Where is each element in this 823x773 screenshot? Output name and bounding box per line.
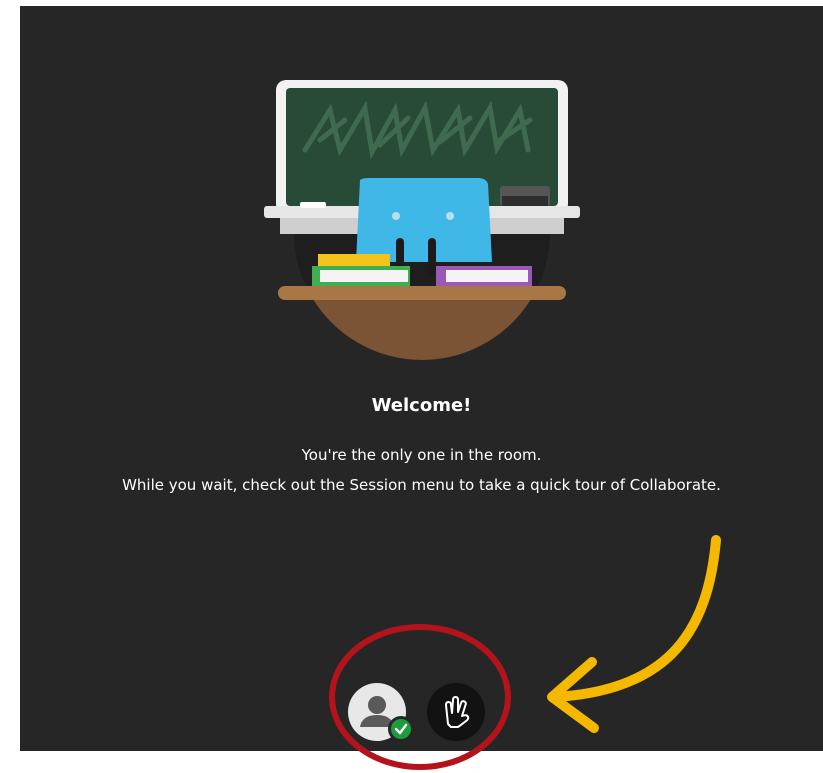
raise-hand-button[interactable] (427, 683, 485, 741)
welcome-title: Welcome! (371, 395, 472, 416)
check-icon (394, 723, 408, 735)
book-yellow (318, 254, 390, 268)
binder-pages (446, 270, 528, 282)
eraser-felt (502, 196, 548, 206)
chair-bolt-right (446, 212, 454, 220)
desk-bowl (294, 296, 550, 360)
raise-hand-icon (445, 696, 470, 728)
welcome-illustration (264, 80, 580, 360)
status-badge (388, 716, 414, 742)
chair-slot-right (428, 238, 436, 278)
chalk-piece (300, 202, 326, 208)
book-green-pages (320, 270, 408, 282)
welcome-message-line-2: While you wait, check out the Session me… (122, 476, 721, 494)
desk-surface (278, 286, 566, 300)
welcome-message-line-1: You're the only one in the room. (301, 446, 542, 464)
chair-icon (356, 178, 492, 262)
chair-bolt-left (392, 212, 400, 220)
